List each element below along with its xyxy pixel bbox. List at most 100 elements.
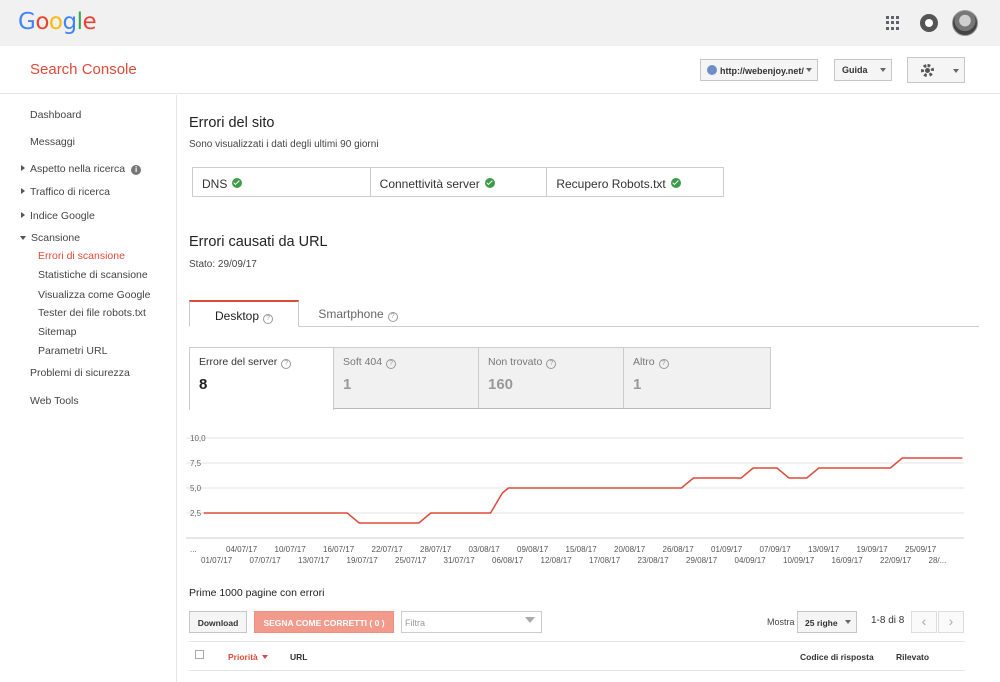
property-selector[interactable]: http://webenjoy.net/ bbox=[700, 59, 818, 81]
site-error-robots[interactable]: Recupero Robots.txt bbox=[547, 168, 723, 196]
data-point bbox=[818, 467, 820, 469]
sidebar-item-scansione[interactable]: Scansione bbox=[20, 232, 80, 244]
metric-soft-404[interactable]: Soft 404? 1 bbox=[334, 347, 479, 409]
search-console-header: Search Console http://webenjoy.net/ Guid… bbox=[0, 46, 1000, 94]
data-point bbox=[203, 512, 205, 514]
apps-grid-icon[interactable] bbox=[886, 16, 900, 30]
data-point bbox=[788, 477, 790, 479]
x-tick-label: 25/07/17 bbox=[395, 556, 427, 565]
help-circle-icon[interactable]: ? bbox=[263, 314, 274, 324]
filter-icon[interactable] bbox=[525, 617, 535, 623]
sidebar-item-parametri[interactable]: Parametri URL bbox=[38, 345, 107, 357]
sidebar-item-statistiche[interactable]: Statistiche di scansione bbox=[38, 269, 148, 281]
sidebar-item-aspetto[interactable]: Aspetto nella ricerca i bbox=[21, 163, 142, 175]
notifications-icon[interactable] bbox=[920, 14, 938, 32]
next-page-button[interactable]: › bbox=[938, 611, 964, 633]
metric-server-error[interactable]: Errore del server? 8 bbox=[189, 347, 334, 410]
google-top-bar: Google bbox=[0, 0, 1000, 46]
data-point bbox=[501, 492, 504, 494]
check-icon bbox=[484, 178, 495, 188]
x-tick-label: 17/08/17 bbox=[589, 556, 621, 565]
filter-input[interactable]: Filtra bbox=[401, 611, 542, 633]
x-tick-label: 29/08/17 bbox=[686, 556, 718, 565]
check-icon bbox=[670, 178, 681, 188]
site-errors-subtitle: Sono visualizzati i dati degli ultimi 90… bbox=[189, 139, 379, 150]
x-tick-label: 28/... bbox=[929, 556, 947, 565]
column-detected[interactable]: Rilevato bbox=[896, 652, 929, 662]
select-all-checkbox[interactable] bbox=[195, 650, 204, 659]
x-tick-label: 10/09/17 bbox=[783, 556, 815, 565]
table-header: Priorità URL Codice di risposta Rilevato bbox=[189, 641, 965, 671]
x-tick-label: 28/07/17 bbox=[420, 545, 452, 554]
help-circle-icon[interactable]: ? bbox=[386, 359, 397, 369]
sidebar-item-messaggi[interactable]: Messaggi bbox=[30, 136, 75, 148]
sidebar-item-errori-scansione[interactable]: Errori di scansione bbox=[38, 250, 125, 262]
x-tick-label: 22/09/17 bbox=[880, 556, 912, 565]
data-point bbox=[692, 477, 695, 479]
column-response-code[interactable]: Codice di risposta bbox=[800, 652, 874, 662]
help-circle-icon[interactable]: ? bbox=[281, 359, 292, 369]
data-point bbox=[418, 522, 420, 524]
expand-arrow-icon bbox=[21, 188, 25, 194]
errors-chart-svg: 10,0 7,5 5,0 2,5... 04/07/17 10/07/17 16/07/17… bbox=[186, 434, 964, 565]
download-button[interactable]: Download bbox=[189, 611, 247, 633]
y-tick-label: 10,0 bbox=[190, 434, 206, 443]
globe-icon bbox=[707, 65, 717, 75]
x-tick-label: 16/07/17 bbox=[323, 545, 355, 554]
data-point bbox=[961, 457, 963, 459]
help-button[interactable]: Guida bbox=[834, 59, 892, 81]
logo-letter: g bbox=[62, 9, 77, 35]
sidebar-item-traffico[interactable]: Traffico di ricerca bbox=[21, 186, 110, 198]
help-circle-icon[interactable]: ? bbox=[658, 359, 669, 369]
x-tick-label: 23/08/17 bbox=[638, 556, 670, 565]
column-url[interactable]: URL bbox=[290, 652, 307, 662]
settings-button[interactable] bbox=[907, 57, 965, 83]
sidebar: Dashboard Messaggi Aspetto nella ricerca… bbox=[0, 95, 177, 682]
collapse-arrow-icon bbox=[20, 236, 26, 240]
sidebar-item-sitemap[interactable]: Sitemap bbox=[38, 326, 77, 338]
x-tick-label: 26/08/17 bbox=[663, 545, 695, 554]
site-errors-title: Errori del sito bbox=[189, 115, 275, 131]
data-point bbox=[740, 477, 742, 479]
show-label: Mostra bbox=[767, 617, 795, 627]
sidebar-item-visualizza[interactable]: Visualizza come Google bbox=[38, 289, 150, 301]
tab-desktop[interactable]: Desktop? bbox=[189, 300, 299, 327]
mark-fixed-button[interactable]: SEGNA COME CORRETTI ( 0 ) bbox=[254, 611, 394, 633]
logo-letter: o bbox=[35, 9, 49, 35]
x-tick-label: 06/08/17 bbox=[492, 556, 524, 565]
google-logo[interactable]: Google bbox=[18, 9, 97, 35]
sidebar-item-robots-tester[interactable]: Tester dei file robots.txt bbox=[38, 307, 146, 319]
sidebar-item-indice[interactable]: Indice Google bbox=[21, 210, 95, 222]
x-tick-label: 12/08/17 bbox=[541, 556, 573, 565]
metric-value: 160 bbox=[488, 376, 514, 393]
x-tick-label: 03/08/17 bbox=[469, 545, 501, 554]
avatar[interactable] bbox=[952, 10, 978, 36]
help-circle-icon[interactable]: ? bbox=[387, 312, 398, 322]
site-errors-box: DNS Connettività server Recupero Robots.… bbox=[192, 167, 724, 197]
x-tick-label: 09/08/17 bbox=[517, 545, 549, 554]
data-point bbox=[507, 487, 509, 489]
expand-arrow-icon bbox=[21, 212, 25, 218]
data-point bbox=[776, 467, 778, 469]
help-circle-icon[interactable]: ? bbox=[546, 359, 557, 369]
info-icon[interactable]: i bbox=[131, 165, 142, 175]
expand-arrow-icon bbox=[21, 165, 25, 171]
sidebar-item-sicurezza[interactable]: Problemi di sicurezza bbox=[30, 367, 130, 379]
metric-not-found[interactable]: Non trovato? 160 bbox=[479, 347, 624, 409]
sidebar-item-web-tools[interactable]: Web Tools bbox=[30, 395, 79, 407]
x-tick-label: 07/09/17 bbox=[760, 545, 792, 554]
brand-title[interactable]: Search Console bbox=[30, 61, 137, 78]
prev-page-button[interactable]: ‹ bbox=[911, 611, 937, 633]
metric-other[interactable]: Altro? 1 bbox=[624, 347, 771, 409]
site-error-dns[interactable]: DNS bbox=[193, 168, 371, 196]
y-tick-label: 5,0 bbox=[190, 484, 202, 493]
sidebar-item-dashboard[interactable]: Dashboard bbox=[30, 109, 81, 121]
site-error-server[interactable]: Connettività server bbox=[371, 168, 548, 196]
data-point bbox=[346, 512, 348, 514]
data-point bbox=[489, 512, 492, 514]
column-priority[interactable]: Priorità bbox=[228, 652, 268, 662]
logo-letter: e bbox=[82, 9, 97, 35]
x-tick-label: 04/07/17 bbox=[226, 545, 258, 554]
rows-per-page-select[interactable]: 25 righe bbox=[797, 611, 857, 633]
tab-smartphone[interactable]: Smartphone? bbox=[300, 300, 416, 327]
